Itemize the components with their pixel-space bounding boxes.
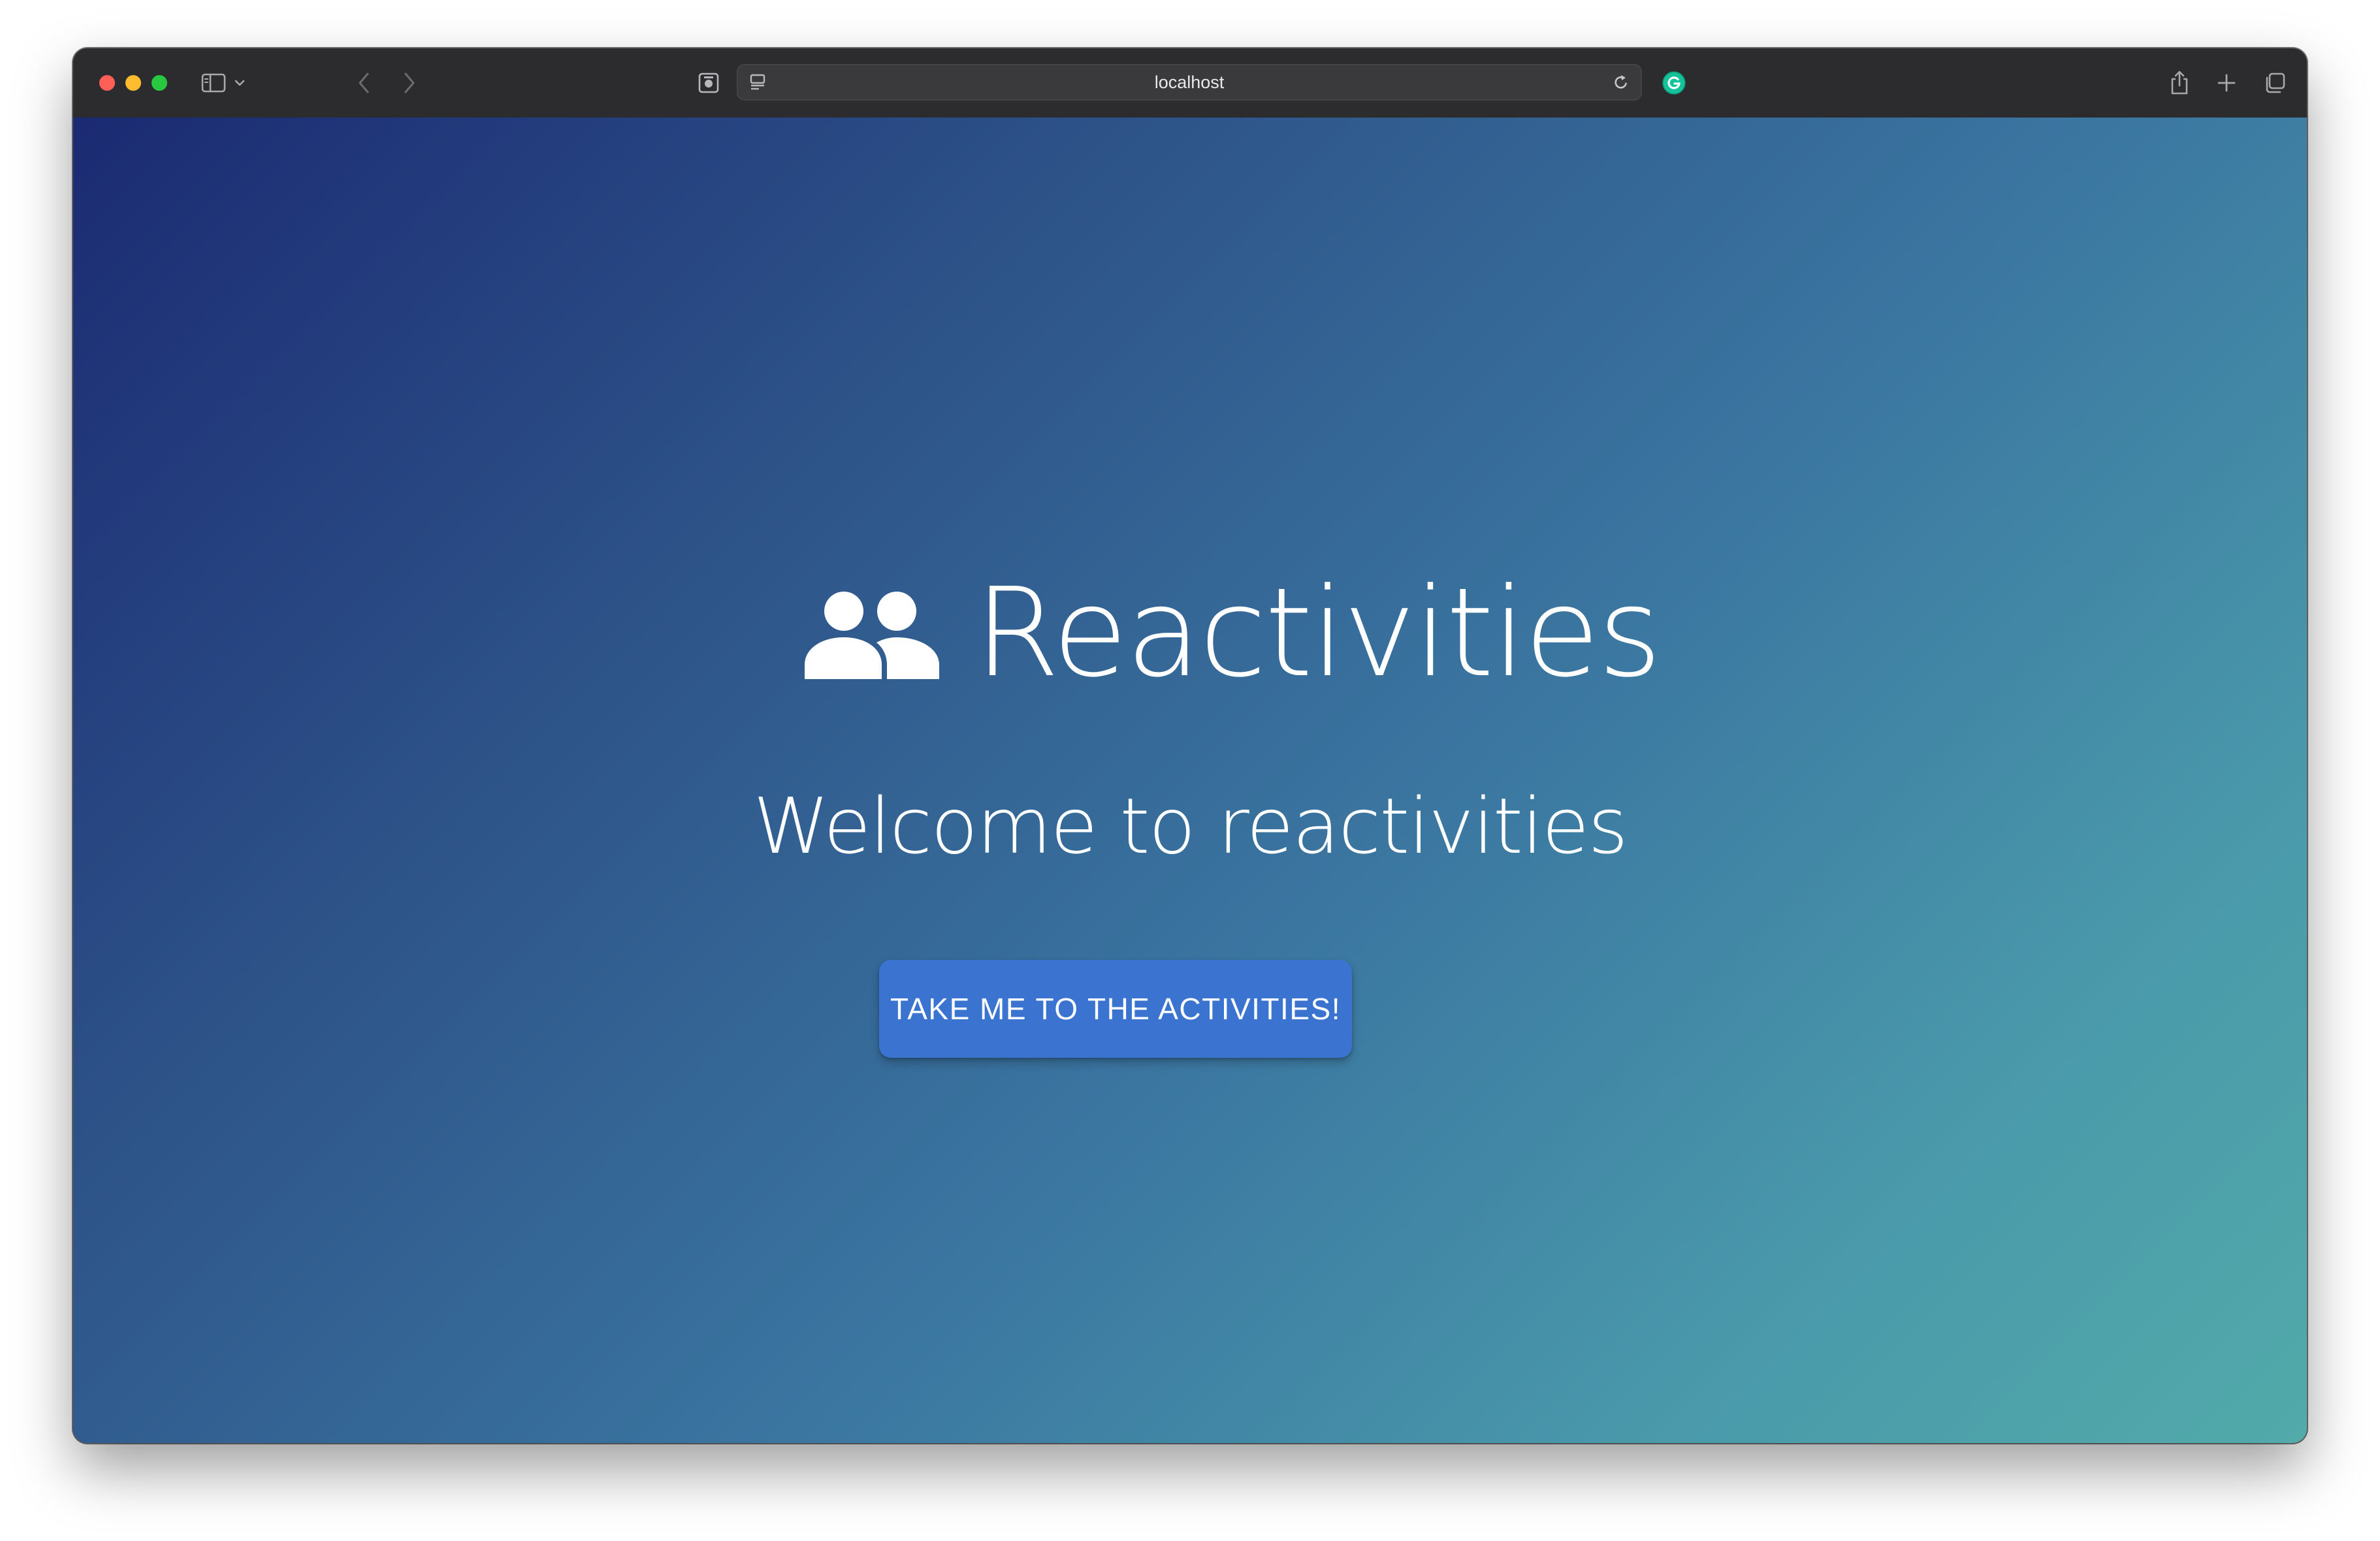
app-title: Reactivities [974, 562, 1662, 705]
group-people-icon [803, 581, 941, 686]
address-url[interactable]: localhost [738, 65, 1641, 99]
brand-header: Reactivities [803, 562, 1662, 705]
reload-icon[interactable] [1608, 65, 1634, 99]
chevron-down-icon[interactable] [230, 67, 249, 99]
minimize-window-button[interactable] [125, 75, 141, 91]
share-icon[interactable] [2163, 67, 2196, 99]
address-bar[interactable]: localhost [737, 64, 1642, 101]
grammarly-icon[interactable] [1658, 67, 1690, 99]
plus-icon[interactable] [2210, 67, 2243, 99]
take-me-to-activities-button[interactable]: TAKE ME TO THE ACTIVITIES! [879, 960, 1352, 1058]
sidebar-icon[interactable] [197, 67, 230, 99]
back-arrow-icon[interactable] [347, 67, 380, 99]
welcome-heading: Welcome to reactivities [753, 781, 1628, 871]
close-window-button[interactable] [99, 75, 115, 91]
browser-toolbar: localhost [73, 48, 2307, 119]
browser-window: localhost Reactivities Welcome to reacti… [73, 48, 2307, 1443]
privacy-report-icon[interactable] [692, 67, 725, 99]
forward-arrow-icon[interactable] [393, 67, 426, 99]
page-content: Reactivities Welcome to reactivities TAK… [73, 118, 2307, 1443]
screen: localhost Reactivities Welcome to reacti… [0, 0, 2380, 1541]
maximize-window-button[interactable] [152, 75, 167, 91]
tab-overview-icon[interactable] [2259, 67, 2291, 99]
landing-hero: Reactivities Welcome to reactivities TAK… [73, 118, 2307, 1443]
